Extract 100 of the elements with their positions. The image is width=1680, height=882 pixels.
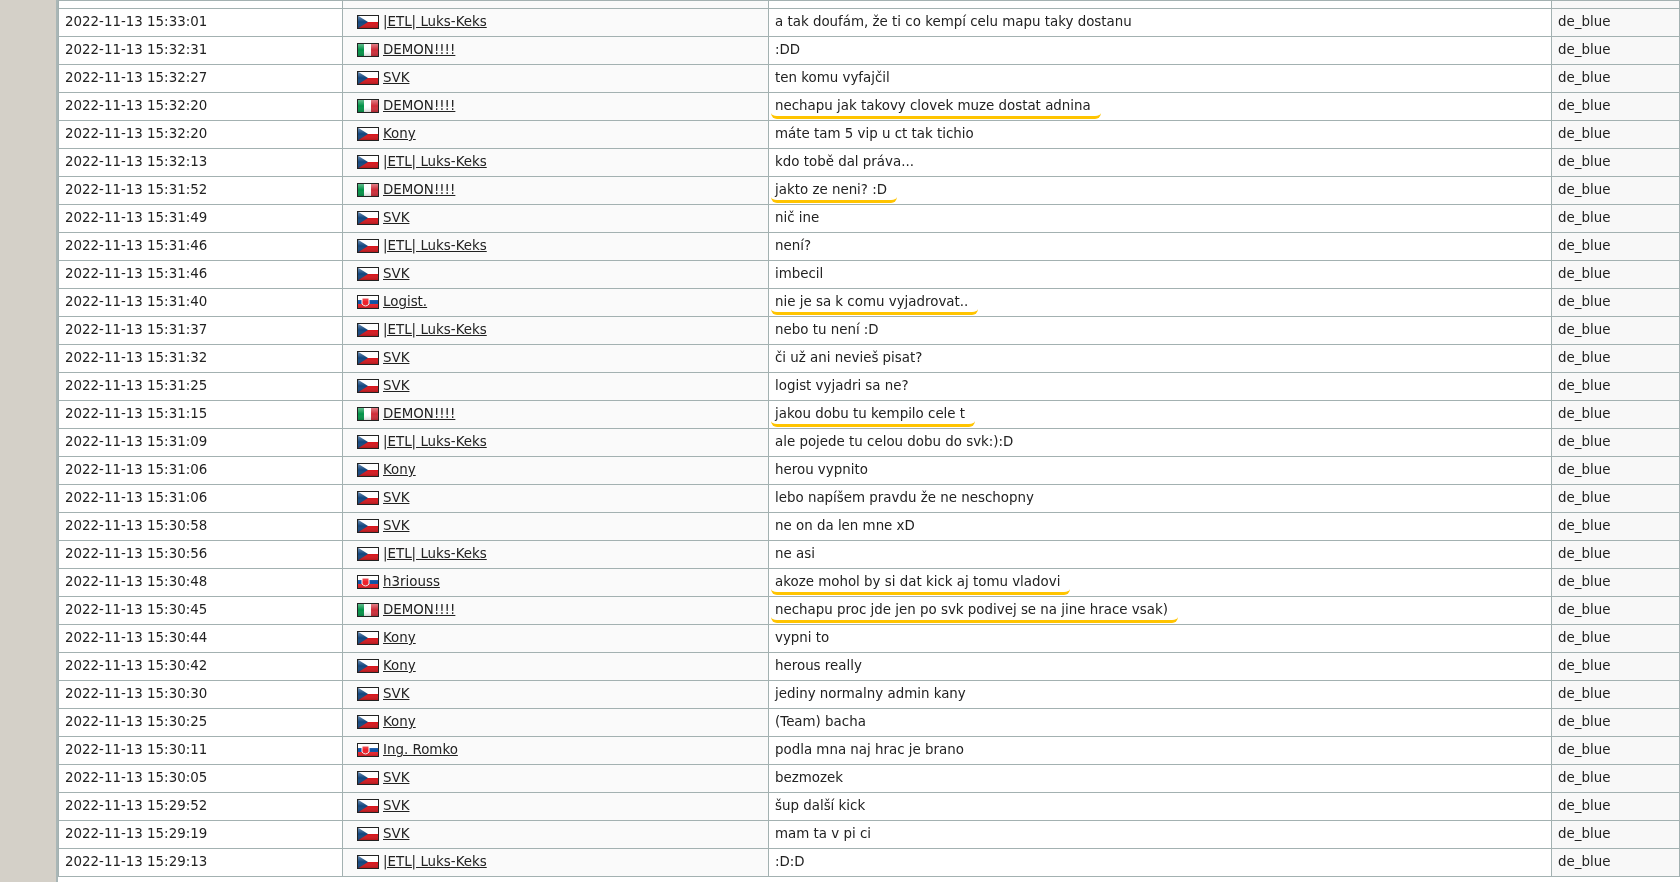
player-link[interactable]: SVK [383, 490, 410, 506]
player-link[interactable]: DEMON!!!! [383, 98, 456, 114]
map-name: de_blue [1558, 602, 1611, 618]
timestamp: 2022-11-13 15:30:30 [65, 686, 208, 702]
map-name: de_blue [1558, 826, 1611, 842]
player-link[interactable]: Logist. [383, 294, 428, 310]
chat-message: ne asi [775, 546, 815, 562]
map-name: de_blue [1558, 98, 1611, 114]
player-link[interactable]: SVK [383, 798, 410, 814]
player-link[interactable]: Kony [383, 126, 416, 142]
timestamp: 2022-11-13 15:32:31 [65, 42, 208, 58]
timestamp: 2022-11-13 15:32:20 [65, 98, 208, 114]
player-link[interactable]: Kony [383, 630, 416, 646]
player-link[interactable]: SVK [383, 210, 410, 226]
player-link[interactable]: Kony [383, 462, 416, 478]
map-name: de_blue [1558, 658, 1611, 674]
player-link[interactable]: |ETL| Luks-Keks [383, 238, 487, 254]
map-name: de_blue [1558, 714, 1611, 730]
map-name: de_blue [1558, 42, 1611, 58]
player-link[interactable]: |ETL| Luks-Keks [383, 322, 487, 338]
map-name: de_blue [1558, 378, 1611, 394]
chat-message: herou vypnito [775, 462, 868, 478]
chat-message: není? [775, 238, 812, 254]
player-link[interactable]: SVK [383, 266, 410, 282]
map-name: de_blue [1558, 70, 1611, 86]
timestamp: 2022-11-13 15:31:52 [65, 182, 208, 198]
map-name: de_blue [1558, 798, 1611, 814]
chat-message: vypni to [775, 630, 830, 646]
chat-message: ten komu vyfajčil [775, 70, 890, 86]
map-name: de_blue [1558, 266, 1611, 282]
player-link[interactable]: SVK [383, 378, 410, 394]
timestamp: 2022-11-13 15:33:01 [65, 14, 208, 30]
map-name: de_blue [1558, 574, 1611, 590]
timestamp: 2022-11-13 15:31:46 [65, 266, 208, 282]
timestamp: 2022-11-13 15:30:56 [65, 546, 208, 562]
timestamp: 2022-11-13 15:29:52 [65, 798, 208, 814]
map-name: de_blue [1558, 434, 1611, 450]
chat-message: a tak doufám, že ti co kempí celu mapu taky dostanu [775, 14, 1132, 30]
map-name: de_blue [1558, 686, 1611, 702]
timestamp: 2022-11-13 15:31:37 [65, 322, 208, 338]
player-link[interactable]: DEMON!!!! [383, 42, 456, 58]
chat-message: ale pojede tu celou dobu do svk:):D [775, 434, 1014, 450]
player-link[interactable]: DEMON!!!! [383, 602, 456, 618]
timestamp: 2022-11-13 15:31:32 [65, 350, 208, 366]
map-name: de_blue [1558, 462, 1611, 478]
timestamp: 2022-11-13 15:32:20 [65, 126, 208, 142]
chat-message: mam ta v pi ci [775, 826, 871, 842]
player-link[interactable]: Ing. Romko [383, 742, 458, 758]
map-name: de_blue [1558, 126, 1611, 142]
timestamp: 2022-11-13 15:29:13 [65, 854, 208, 870]
timestamp: 2022-11-13 15:30:44 [65, 630, 208, 646]
chat-message: nebo tu není :D [775, 322, 879, 338]
chat-message: šup další kick [775, 798, 866, 814]
map-name: de_blue [1558, 518, 1611, 534]
map-name: de_blue [1558, 490, 1611, 506]
map-name: de_blue [1558, 546, 1611, 562]
player-link[interactable]: DEMON!!!! [383, 182, 456, 198]
map-name: de_blue [1558, 322, 1611, 338]
chat-message: ne on da len mne xD [775, 518, 915, 534]
player-link[interactable]: Kony [383, 658, 416, 674]
player-link[interactable]: |ETL| Luks-Keks [383, 854, 487, 870]
player-link[interactable]: SVK [383, 518, 410, 534]
player-link[interactable]: SVK [383, 350, 410, 366]
timestamp: 2022-11-13 15:30:42 [65, 658, 208, 674]
timestamp: 2022-11-13 15:31:40 [65, 294, 208, 310]
chat-message: :DD [775, 42, 801, 58]
player-link[interactable]: DEMON!!!! [383, 406, 456, 422]
chat-message: nič ine [775, 210, 820, 226]
player-link[interactable]: SVK [383, 826, 410, 842]
player-link[interactable]: SVK [383, 70, 410, 86]
chat-message: kdo tobě dal práva... [775, 154, 914, 170]
map-name: de_blue [1558, 350, 1611, 366]
timestamp: 2022-11-13 15:30:45 [65, 602, 208, 618]
player-link[interactable]: |ETL| Luks-Keks [383, 14, 487, 30]
player-link[interactable]: SVK [383, 770, 410, 786]
chat-message: či už ani nevieš pisat? [775, 350, 923, 366]
chat-message: logist vyjadri sa ne? [775, 378, 909, 394]
player-link[interactable]: |ETL| Luks-Keks [383, 434, 487, 450]
chat-message: (Team) bacha [775, 714, 866, 730]
chat-message: podla mna naj hrac je brano [775, 742, 964, 758]
map-name: de_blue [1558, 182, 1611, 198]
timestamp: 2022-11-13 15:31:06 [65, 490, 208, 506]
timestamp: 2022-11-13 15:31:46 [65, 238, 208, 254]
chat-message: jediny normalny admin kany [775, 686, 966, 702]
timestamp: 2022-11-13 15:29:19 [65, 826, 208, 842]
player-link[interactable]: |ETL| Luks-Keks [383, 154, 487, 170]
timestamp: 2022-11-13 15:32:27 [65, 70, 208, 86]
player-link[interactable]: Kony [383, 714, 416, 730]
timestamp: 2022-11-13 15:30:48 [65, 574, 208, 590]
timestamp: 2022-11-13 15:30:05 [65, 770, 208, 786]
map-name: de_blue [1558, 210, 1611, 226]
map-name: de_blue [1558, 630, 1611, 646]
timestamp: 2022-11-13 15:30:58 [65, 518, 208, 534]
map-name: de_blue [1558, 742, 1611, 758]
map-name: de_blue [1558, 154, 1611, 170]
player-link[interactable]: SVK [383, 686, 410, 702]
player-link[interactable]: |ETL| Luks-Keks [383, 546, 487, 562]
timestamp: 2022-11-13 15:31:25 [65, 378, 208, 394]
player-link[interactable]: h3riouss [383, 574, 440, 590]
chat-message: lebo napíšem pravdu že ne neschopny [775, 490, 1034, 506]
